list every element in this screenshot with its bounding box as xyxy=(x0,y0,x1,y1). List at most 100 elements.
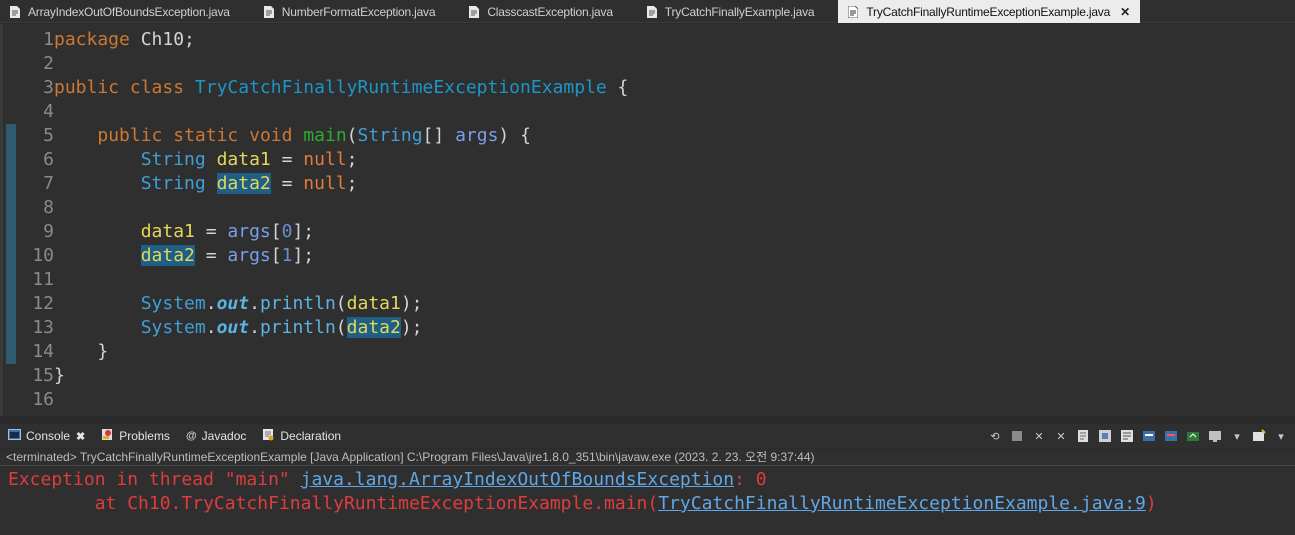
relaunch-icon[interactable]: ⟲ xyxy=(987,428,1003,444)
console-line: at Ch10.TryCatchFinallyRuntimeExceptionE… xyxy=(8,492,1157,516)
closing-brace: } xyxy=(54,365,65,386)
line-number: 10 xyxy=(32,245,54,266)
tab-label: Declaration xyxy=(280,429,342,443)
chevron-down-icon[interactable]: ▾ xyxy=(1273,428,1289,444)
terminate-icon[interactable] xyxy=(1009,428,1025,444)
code-area[interactable]: package Ch10; public class TryCatchFinal… xyxy=(54,24,1295,416)
code-line-10: data2 = args[1]; xyxy=(54,244,314,268)
tab-label: ClasscastException.java xyxy=(487,4,613,19)
scroll-lock-icon[interactable] xyxy=(1097,428,1113,444)
keyword: public xyxy=(54,77,120,98)
paren: ( xyxy=(335,317,347,338)
javadoc-icon: @ xyxy=(185,430,197,442)
semicolon: ; xyxy=(346,149,358,170)
tab-label: TryCatchFinallyRuntimeExceptionExample.j… xyxy=(866,4,1111,19)
class-reference: System xyxy=(140,317,206,338)
code-line-14: } xyxy=(54,340,108,364)
parameter: args xyxy=(227,245,271,266)
line-number: 3 xyxy=(43,77,54,98)
source-link[interactable]: TryCatchFinallyRuntimeExceptionExample.j… xyxy=(658,493,1146,514)
close-icon[interactable]: ✖ xyxy=(76,430,85,443)
method-call: println xyxy=(259,293,336,314)
tab-javadoc[interactable]: @ Javadoc xyxy=(178,424,254,448)
console-process-info: <terminated> TryCatchFinallyRuntimeExcep… xyxy=(0,449,1295,466)
tab-label: ArrayIndexOutOfBoundsException.java xyxy=(28,4,230,19)
error-text: at Ch10.TryCatchFinallyRuntimeExceptionE… xyxy=(8,493,659,514)
static-field: out xyxy=(216,293,250,314)
chevron-down-icon[interactable]: ▾ xyxy=(1229,428,1245,444)
keyword: static xyxy=(173,125,239,146)
word-wrap-icon[interactable] xyxy=(1119,428,1135,444)
tab-label: Console xyxy=(26,429,71,443)
line-number: 12 xyxy=(32,293,54,314)
line-number: 14 xyxy=(32,341,54,362)
display-selected-console-icon[interactable] xyxy=(1207,428,1223,444)
method-name: main xyxy=(303,125,347,146)
code-line-3: public class TryCatchFinallyRuntimeExcep… xyxy=(54,76,628,100)
tab-console[interactable]: Console ✖ xyxy=(0,424,93,448)
tab-problems[interactable]: Problems xyxy=(93,424,178,448)
bracket: [ xyxy=(270,245,282,266)
tab-classcastexception[interactable]: ClasscastException.java xyxy=(445,0,622,23)
code-editor[interactable]: 1 2 3 4 5 6 7 8 9 10 11 12 13 14 15 16 p… xyxy=(0,24,1295,416)
line-number: 2 xyxy=(43,53,54,74)
paren: ); xyxy=(400,317,423,338)
variable-highlighted: data2 xyxy=(346,317,401,338)
operator: = xyxy=(270,149,304,170)
keyword: package xyxy=(54,29,130,50)
declaration-icon xyxy=(262,428,275,444)
line-number: 4 xyxy=(43,101,54,122)
parameter: args xyxy=(455,125,499,146)
tab-declaration[interactable]: Declaration xyxy=(254,424,349,448)
tab-label: NumberFormatException.java xyxy=(281,4,436,19)
type-name: String xyxy=(357,125,423,146)
operator: = xyxy=(194,245,228,266)
dot: . xyxy=(205,317,217,338)
pin-console-icon[interactable] xyxy=(1185,428,1201,444)
line-number: 5 xyxy=(16,124,64,148)
bracket: [ xyxy=(270,221,282,242)
type-name: String xyxy=(140,149,206,170)
line-number: 16 xyxy=(32,389,54,410)
error-text: : 0 xyxy=(734,469,767,490)
array-brackets: [] xyxy=(422,125,456,146)
line-number: 15 xyxy=(32,365,54,386)
show-console-on-error-icon[interactable] xyxy=(1163,428,1179,444)
static-field: out xyxy=(216,317,250,338)
dot: . xyxy=(249,293,260,314)
keyword: class xyxy=(129,77,185,98)
remove-all-terminated-icon[interactable]: ✕ xyxy=(1053,428,1069,444)
variable: data1 xyxy=(346,293,401,314)
console-line: Exception in thread "main" java.lang.Arr… xyxy=(8,468,767,492)
line-number: 13 xyxy=(32,317,54,338)
editor-tab-bar: ArrayIndexOutOfBoundsException.java Numb… xyxy=(0,0,1295,23)
tab-arrayindexoutofboundsexception[interactable]: ArrayIndexOutOfBoundsException.java xyxy=(0,0,240,23)
line-number: 6 xyxy=(43,149,54,170)
clear-console-icon[interactable] xyxy=(1075,428,1091,444)
error-text: ) xyxy=(1145,493,1157,514)
class-name: TryCatchFinallyRuntimeExceptionExample xyxy=(194,77,607,98)
number-literal: 0 xyxy=(281,221,293,242)
code-line-7: String data2 = null; xyxy=(54,172,357,196)
line-number-gutter: 1 2 3 4 5 6 7 8 9 10 11 12 13 14 15 16 xyxy=(16,24,64,416)
java-file-icon xyxy=(263,5,274,18)
problems-icon xyxy=(101,428,114,444)
open-console-icon[interactable] xyxy=(1251,428,1267,444)
close-icon[interactable]: ✕ xyxy=(1120,5,1130,19)
semicolon: ; xyxy=(346,173,358,194)
tab-label: Javadoc xyxy=(201,429,247,443)
line-number: 8 xyxy=(43,197,54,218)
remove-launch-icon[interactable]: ✕ xyxy=(1031,428,1047,444)
tab-trycatchfinallyexample[interactable]: TryCatchFinallyExample.java xyxy=(623,0,825,23)
null-literal: null xyxy=(303,173,347,194)
variable-highlighted: data2 xyxy=(216,173,271,194)
tab-numberformatexception[interactable]: NumberFormatException.java xyxy=(240,0,446,23)
console-output[interactable]: Exception in thread "main" java.lang.Arr… xyxy=(0,467,1295,535)
show-console-on-output-icon[interactable] xyxy=(1141,428,1157,444)
code-line-1: package Ch10; xyxy=(54,28,195,52)
exception-link[interactable]: java.lang.ArrayIndexOutOfBoundsException xyxy=(301,469,734,490)
bracket: ]; xyxy=(292,245,315,266)
tab-trycatchfinallyruntimeexceptionexample[interactable]: TryCatchFinallyRuntimeExceptionExample.j… xyxy=(838,0,1140,23)
java-file-icon xyxy=(646,5,657,18)
method-call: println xyxy=(259,317,336,338)
